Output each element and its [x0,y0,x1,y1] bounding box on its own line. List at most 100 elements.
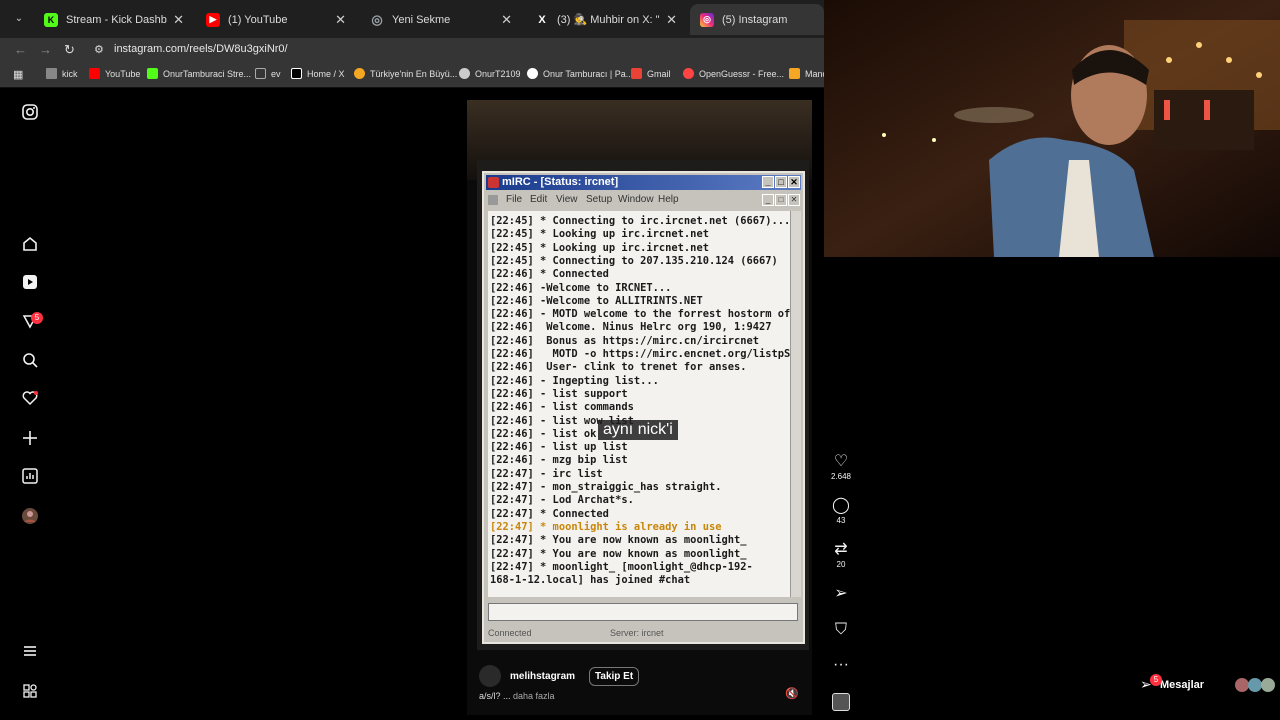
tab-kick-dashboard[interactable]: K Stream - Kick Dashboard ✕ [34,4,194,35]
close-icon[interactable]: ✕ [666,12,677,28]
reload-icon[interactable]: ↻ [64,42,75,58]
close-icon[interactable]: ✕ [173,12,184,28]
mirc-doc-icon [488,195,498,205]
bookmark-youtube[interactable]: YouTube [89,68,140,79]
repost-button[interactable]: ⇄ 20 [826,540,856,569]
heart-icon[interactable] [20,390,40,410]
menu-view: View [556,194,578,205]
console-scrollbar [790,211,801,597]
site-settings-icon[interactable]: ⚙ [94,43,104,56]
console-line: [22:47] * moonlight_ [moonlight_@dhcp-19… [490,560,753,573]
menu-edit: Edit [530,194,548,205]
console-line: [22:46] - Ingepting list... [490,374,659,387]
console-line: [22:46] - list commands [490,401,634,414]
search-icon[interactable] [20,352,40,372]
bookmark-ev[interactable]: ev [255,68,281,79]
mirc-title: mIRC - [Status: ircnet] [502,176,619,188]
console-line: [22:46] User- clink to trenet for anses. [490,361,747,374]
tab-new-tab[interactable]: ◎ Yeni Sekme ✕ [360,4,522,35]
bookmark-turkiye[interactable]: Türkiye'nin En Büyü... [354,68,457,79]
save-button[interactable]: ⛉ [826,620,856,640]
description-text: a/s/l? ... [479,691,511,701]
forward-icon[interactable]: → [39,42,52,57]
child-minimize-icon: _ [762,194,774,206]
close-icon[interactable]: ✕ [335,12,346,28]
audio-thumbnail[interactable] [832,693,850,711]
menu-hamburger-icon[interactable] [20,643,40,663]
more-apps-icon[interactable] [20,683,40,703]
home-icon[interactable] [20,236,40,256]
close-icon: ✕ [788,176,800,188]
console-line: [22:46] - list ok [490,427,597,440]
share-button[interactable]: ➢ [826,584,856,604]
ellipsis-icon: ··· [833,656,849,673]
tab-x-muhbir[interactable]: X (3) 🕵 Muhbir on X: "Hostes Es ✕ [525,4,687,35]
comment-button[interactable]: ◯ 43 [826,496,856,525]
reel-video[interactable]: mIRC - [Status: ircnet] _ □ ✕ File Edit … [467,100,812,715]
youtube-icon: ▶ [206,12,220,27]
instagram-icon: ◎ [700,12,714,27]
console-line: [22:46] MOTD -o https://mirc.encnet.org/… [490,348,791,360]
bookmark-mand[interactable]: Mand [789,68,828,79]
console-line: [22:45] * Connecting to 207.135.210.124 … [490,254,778,267]
comment-count: 43 [836,516,846,525]
messages-label: Mesajlar [1160,679,1205,691]
profile-avatar[interactable] [20,507,40,527]
reels-icon[interactable] [20,274,40,294]
bookmark-label: ev [271,68,281,79]
bookmark-label: Gmail [647,68,671,79]
messages-badge: 5 [1150,674,1162,686]
bookmark-openguessr[interactable]: OpenGuessr - Free... [683,68,784,79]
bookmark-label: kick [62,68,78,79]
more-link[interactable]: daha fazla [513,691,555,701]
bookmark-label: Türkiye'nin En Büyü... [370,68,458,79]
like-button[interactable]: ♡ 2.648 [826,452,856,481]
menu-setup: Setup [586,194,613,205]
more-options-button[interactable]: ··· [826,655,856,675]
follow-button[interactable]: Takip Et [589,666,640,686]
tab-title: (5) Instagram [722,13,788,26]
repost-count: 20 [836,560,846,569]
bookmark-label: Home / X [307,68,345,79]
avatar [1248,678,1262,692]
bookmark-onurt2109[interactable]: OnurT2109 [459,68,521,79]
folder-icon [46,68,57,79]
video-caption: aynı nick'i [598,420,678,440]
bookmark-icon: ⛉ [834,621,847,638]
kick-icon: K [44,12,58,27]
mirc-app-icon [488,177,499,188]
bookmark-gmail[interactable]: Gmail [631,68,671,79]
console-line: [22:47] - Lod Archat*s. [490,494,634,507]
status-server: Server: ircnet [610,628,664,638]
bookmark-home-x[interactable]: Home / X [291,68,345,79]
bookmark-onur-tamburaci[interactable]: Onur Tamburacı | Pa... [527,68,633,79]
bookmark-kick[interactable]: kick [46,68,78,79]
like-count: 2.648 [830,472,852,481]
apps-grid-icon[interactable]: ▦ [13,68,23,81]
console-line: [22:47] - mon_straiggic_has straight. [490,481,722,493]
instagram-logo-icon[interactable] [20,104,40,124]
mirc-console: [22:45] * Connecting to irc.ircnet.net (… [488,211,798,597]
site-icon [354,68,365,79]
console-line: [22:45] * Looking up irc.ircnet.net [490,228,709,241]
mute-icon[interactable]: 🔇 [785,687,799,700]
dashboard-icon[interactable] [20,468,40,488]
create-plus-icon[interactable] [20,430,40,450]
url-field[interactable]: instagram.com/reels/DW8u3gxiNr0/ [114,43,288,55]
author-avatar[interactable] [479,665,501,687]
status-connected: Connected [488,628,532,638]
tab-search-icon[interactable]: ⌄ [10,10,28,28]
close-icon[interactable]: ✕ [501,12,512,28]
tab-instagram[interactable]: ◎ (5) Instagram [690,4,824,35]
bookmark-label: OnurTamburaci Stre... [163,68,252,79]
bookmark-onurtamburaci-stream[interactable]: OnurTamburaci Stre... [147,68,251,79]
mirc-status-bar: Connected Server: ircnet [484,625,803,641]
gmail-icon [631,68,642,79]
tab-youtube[interactable]: ▶ (1) YouTube ✕ [196,4,356,35]
back-icon[interactable]: ← [14,42,27,57]
console-line: [22:47] * You are now known as moonlight… [490,534,747,547]
author-username[interactable]: melihstagram [510,671,575,682]
site-icon [459,68,470,79]
bookmark-label: Onur Tamburacı | Pa... [543,68,634,79]
messages-button[interactable]: ➢ 5 Mesajlar [1130,670,1280,700]
